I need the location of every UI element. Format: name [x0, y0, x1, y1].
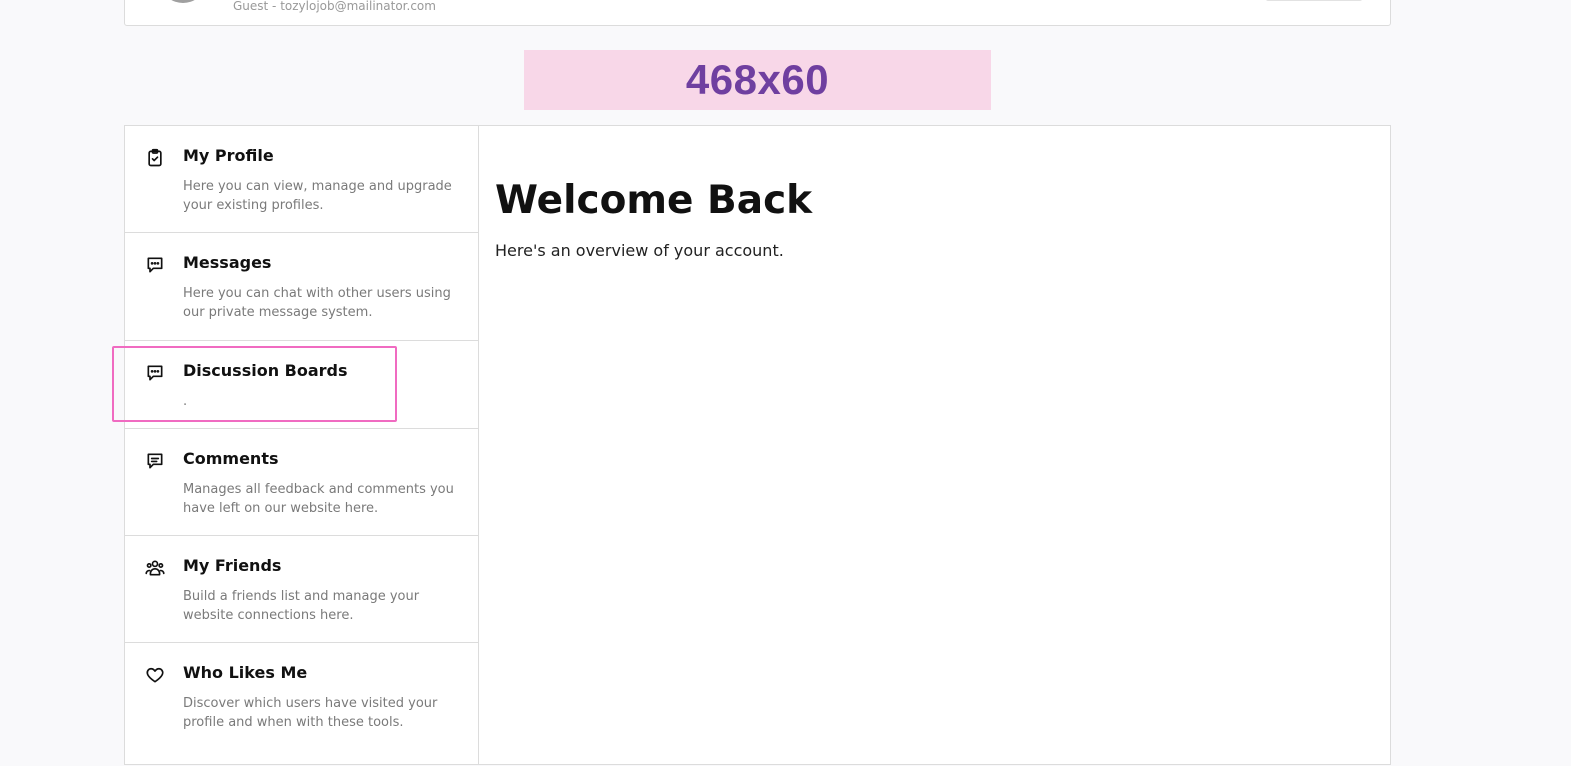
sidebar-item-title: Discussion Boards: [183, 361, 348, 380]
sidebar-item-title: Who Likes Me: [183, 663, 308, 682]
page-subtitle: Here's an overview of your account.: [495, 241, 784, 260]
page-title: Welcome Back: [495, 178, 813, 223]
account-header-card: Guest - tozylojob@mailinator.com: [124, 0, 1391, 26]
chat-bubble-icon: [145, 255, 165, 275]
sidebar-item-desc: Here you can chat with other users using…: [183, 286, 451, 320]
sidebar-item-comments[interactable]: Comments Manages all feedback and commen…: [125, 429, 478, 536]
comment-lines-icon: [145, 451, 165, 471]
clipboard-check-icon: [145, 148, 165, 168]
ad-banner-label: 468x60: [685, 56, 830, 103]
sidebar-item-title: My Friends: [183, 556, 282, 575]
sidebar-item-my-friends[interactable]: My Friends Build a friends list and mana…: [125, 536, 478, 643]
chat-bubble-icon: [145, 363, 165, 383]
sidebar-item-my-profile[interactable]: My Profile Here you can view, manage and…: [125, 126, 478, 233]
heart-icon: [145, 665, 165, 685]
sidebar-item-desc: Discover which users have visited your p…: [183, 696, 438, 730]
header-action-button[interactable]: [1266, 0, 1362, 1]
avatar[interactable]: [163, 0, 203, 3]
ad-banner[interactable]: 468x60: [524, 50, 991, 110]
dashboard-panel: My Profile Here you can view, manage and…: [124, 125, 1391, 765]
sidebar-item-desc: Build a friends list and manage your web…: [183, 589, 420, 623]
sidebar-item-title: Comments: [183, 449, 279, 468]
user-email-line: Guest - tozylojob@mailinator.com: [233, 0, 436, 13]
sidebar-item-title: My Profile: [183, 146, 274, 165]
sidebar: My Profile Here you can view, manage and…: [125, 126, 479, 764]
sidebar-item-messages[interactable]: Messages Here you can chat with other us…: [125, 233, 478, 341]
sidebar-item-title: Messages: [183, 253, 272, 272]
sidebar-item-desc: Manages all feedback and comments you ha…: [183, 482, 454, 516]
users-group-icon: [145, 558, 165, 578]
sidebar-item-who-likes-me[interactable]: Who Likes Me Discover which users have v…: [125, 643, 478, 766]
sidebar-item-desc: Here you can view, manage and upgrade yo…: [183, 179, 452, 213]
sidebar-item-discussion-boards[interactable]: Discussion Boards .: [125, 341, 478, 429]
sidebar-item-desc: .: [183, 394, 188, 409]
